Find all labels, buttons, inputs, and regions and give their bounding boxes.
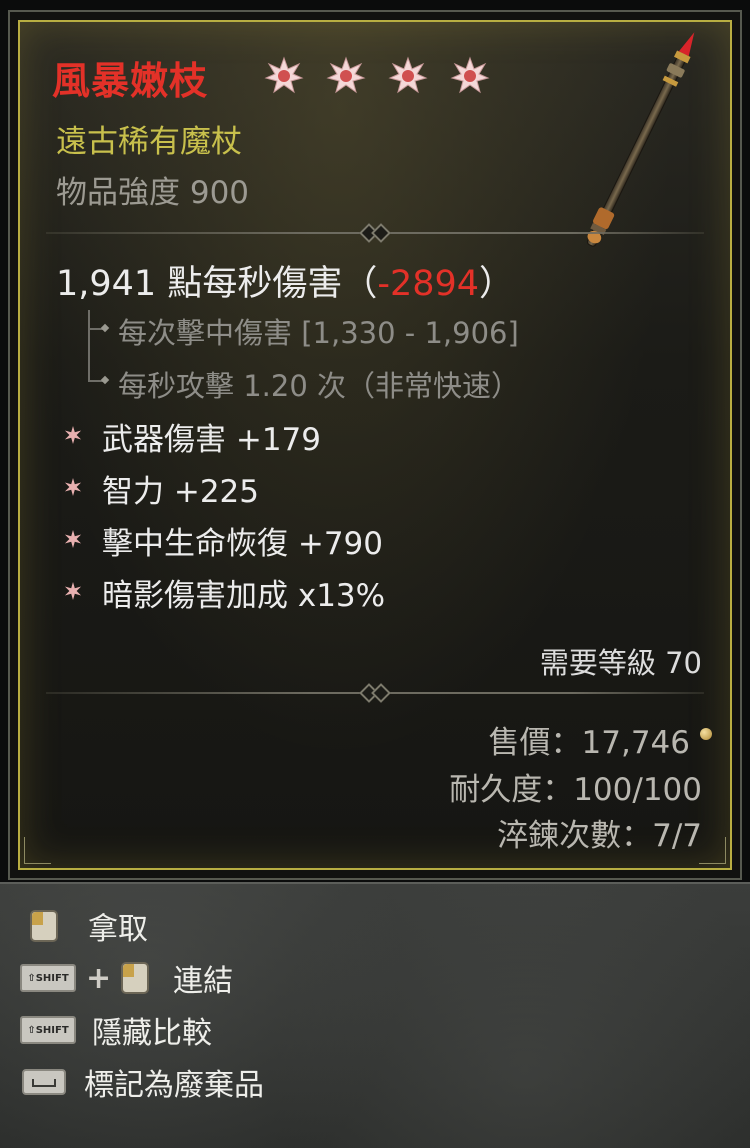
- controls-panel: 拿取 ⇧ SHIFT + 連結 ⇧ SHIFT 隱藏比較 標記為廢棄品: [0, 882, 750, 1148]
- affix-line: 暗影傷害加成 x13%: [102, 578, 386, 614]
- item-stars: [264, 56, 490, 96]
- affix-line: 擊中生命恢復 +790: [102, 526, 383, 562]
- plus-icon: +: [86, 960, 112, 996]
- gold-coin-icon: [700, 728, 712, 740]
- attack-speed: 每秒攻擊 1.20 次（非常快速）: [118, 369, 521, 403]
- star-icon: [450, 56, 490, 94]
- affix-star-icon: [64, 582, 82, 600]
- wand-icon: [586, 32, 695, 247]
- sell-price: 售價：17,746: [488, 725, 690, 761]
- mouse-left-icon: [121, 962, 150, 994]
- affix-star-icon: [64, 426, 82, 444]
- control-link-label: 連結: [173, 964, 234, 999]
- tree-connector: [88, 310, 108, 382]
- dps-line: 1,941 點每秒傷害（-2894）: [56, 264, 515, 304]
- control-take-label: 拿取: [88, 912, 148, 947]
- damage-per-hit: 每次擊中傷害 [1,330 - 1,906]: [118, 316, 519, 350]
- shift-key-icon: ⇧ SHIFT: [20, 964, 76, 992]
- control-mark-junk-label: 標記為廢棄品: [84, 1068, 264, 1103]
- frame-corner: [699, 837, 726, 864]
- star-icon: [264, 56, 304, 94]
- affix-line: 智力 +225: [102, 474, 259, 510]
- control-mark-junk[interactable]: 標記為廢棄品: [22, 1058, 264, 1106]
- durability: 耐久度：100/100: [449, 772, 702, 808]
- item-power: 物品強度 900: [56, 175, 250, 211]
- space-key-icon: [22, 1069, 66, 1095]
- frame-corner: [24, 837, 51, 864]
- control-take[interactable]: 拿取: [30, 902, 148, 950]
- mouse-left-icon: [30, 910, 58, 942]
- item-tooltip: 風暴嫩枝 遠古稀有魔杖 物品強度 900 1,941 點每秒傷害（-2894） …: [8, 10, 742, 880]
- item-name: 風暴嫩枝: [52, 59, 209, 103]
- affix-star-icon: [64, 478, 82, 496]
- control-link[interactable]: ⇧ SHIFT + 連結: [20, 954, 233, 1002]
- item-rarity: 遠古稀有魔杖: [56, 124, 242, 160]
- affix-line: 武器傷害 +179: [102, 422, 321, 458]
- control-hide-compare-label: 隱藏比較: [92, 1016, 212, 1051]
- shift-key-icon: ⇧ SHIFT: [20, 1016, 76, 1044]
- control-hide-compare[interactable]: ⇧ SHIFT 隱藏比較: [20, 1006, 212, 1054]
- dps-delta: -2894: [377, 264, 480, 304]
- star-icon: [388, 56, 428, 94]
- star-icon: [326, 56, 366, 94]
- temper-count: 淬鍊次數：7/7: [497, 818, 702, 854]
- affix-star-icon: [64, 530, 82, 548]
- required-level: 需要等級 70: [539, 646, 702, 680]
